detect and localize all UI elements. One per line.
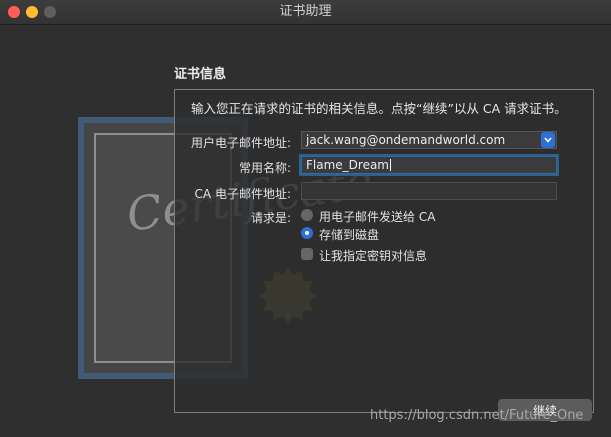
radio-save-disk[interactable]: [301, 227, 313, 239]
email-field[interactable]: jack.wang@ondemandworld.com: [301, 131, 557, 149]
chevron-down-icon: [544, 137, 552, 143]
request-label: 请求是:: [250, 211, 291, 225]
keypair-checkbox[interactable]: [301, 248, 313, 260]
email-label: 用户电子邮件地址:: [190, 136, 291, 150]
keypair-checkbox-label: 让我指定密钥对信息: [319, 249, 428, 263]
email-value: jack.wang@ondemandworld.com: [306, 133, 506, 147]
window-content: Certificate 证书信息 输入您正在请求的证书的相关信息。点按“继续”以…: [0, 25, 611, 437]
common-name-label: 常用名称:: [238, 161, 291, 175]
text-caret: [390, 159, 391, 171]
option-save-disk-label: 存储到磁盘: [319, 228, 380, 242]
certificate-info-panel: 输入您正在请求的证书的相关信息。点按“继续”以从 CA 请求证书。 用户电子邮件…: [174, 89, 594, 413]
window-title: 证书助理: [279, 4, 332, 19]
ca-email-label: CA 电子邮件地址:: [194, 187, 291, 201]
common-name-value: Flame_Dream: [306, 158, 389, 172]
common-name-field[interactable]: Flame_Dream: [301, 156, 557, 174]
radio-email-ca[interactable]: [301, 209, 313, 221]
option-email-ca-label: 用电子邮件发送给 CA: [319, 210, 436, 224]
email-popup-button[interactable]: [541, 132, 555, 148]
watermark-text: https://blog.csdn.net/Future_One: [370, 408, 584, 423]
title-bar: 证书助理: [0, 0, 611, 25]
intro-text: 输入您正在请求的证书的相关信息。点按“继续”以从 CA 请求证书。: [191, 101, 567, 116]
section-title: 证书信息: [174, 67, 227, 82]
ca-email-field[interactable]: [301, 182, 557, 200]
